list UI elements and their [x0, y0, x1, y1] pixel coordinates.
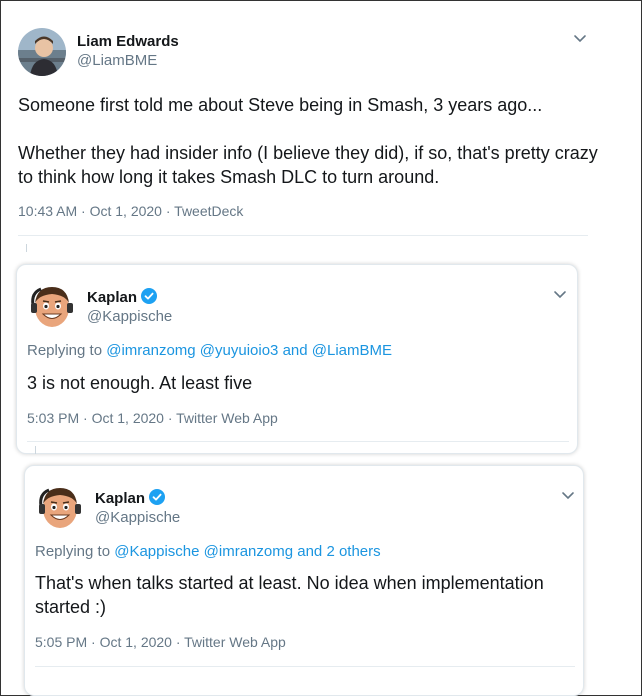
reply-text: 3 is not enough. At least five	[27, 373, 253, 393]
replying-to-label: Replying to	[27, 342, 107, 359]
divider	[35, 666, 575, 667]
author-handle[interactable]: @Kappische	[95, 509, 180, 526]
chevron-down-icon[interactable]	[572, 33, 588, 45]
avatar[interactable]	[35, 482, 85, 532]
reply-card-1[interactable]: Kaplan @Kappische Replying to @imranzomg…	[16, 264, 578, 454]
chevron-down-icon[interactable]	[552, 289, 568, 301]
reply-text: That's when talks started at least. No i…	[35, 573, 544, 617]
tweet-text-line-1: Someone first told me about Steve being …	[18, 95, 543, 115]
replying-to-links[interactable]: @imranzomg @yuyuioio3 and @LiamBME	[106, 342, 392, 359]
avatar[interactable]	[18, 28, 66, 76]
main-tweet: Liam Edwards @LiamBME Someone first told…	[0, 0, 600, 240]
replying-to: Replying to @imranzomg @yuyuioio3 and @L…	[27, 342, 392, 359]
thread-connector	[35, 446, 36, 454]
author-name[interactable]: Kaplan	[95, 489, 166, 507]
avatar-cartoon-icon	[35, 482, 85, 532]
replying-to: Replying to @Kappische @imranzomg and 2 …	[35, 543, 381, 560]
author-name-text: Kaplan	[87, 289, 138, 306]
reply-card-2[interactable]: Kaplan @Kappische Replying to @Kappische…	[24, 465, 584, 696]
avatar-cartoon-icon	[27, 281, 77, 331]
avatar[interactable]	[27, 281, 77, 331]
author-name-text: Kaplan	[95, 490, 146, 507]
reply-metadata[interactable]: 5:05 PM · Oct 1, 2020 · Twitter Web App	[35, 634, 286, 650]
reply-metadata[interactable]: 5:03 PM · Oct 1, 2020 · Twitter Web App	[27, 410, 278, 426]
tweet-metadata[interactable]: 10:43 AM · Oct 1, 2020 · TweetDeck	[18, 203, 243, 219]
chevron-down-icon[interactable]	[560, 490, 576, 502]
divider	[27, 441, 569, 442]
author-handle[interactable]: @LiamBME	[77, 52, 157, 69]
verified-badge-icon	[141, 288, 158, 304]
divider	[18, 235, 588, 236]
verified-badge-icon	[149, 489, 166, 505]
author-name[interactable]: Kaplan	[87, 288, 158, 306]
tweet-text-paragraph-2: Whether they had insider info (I believe…	[18, 143, 598, 187]
avatar-photo-icon	[18, 28, 66, 76]
author-name[interactable]: Liam Edwards	[77, 33, 179, 50]
replying-to-links[interactable]: @Kappische @imranzomg and 2 others	[114, 543, 380, 560]
thread-connector	[26, 244, 27, 252]
author-handle[interactable]: @Kappische	[87, 308, 172, 325]
replying-to-label: Replying to	[35, 543, 115, 560]
